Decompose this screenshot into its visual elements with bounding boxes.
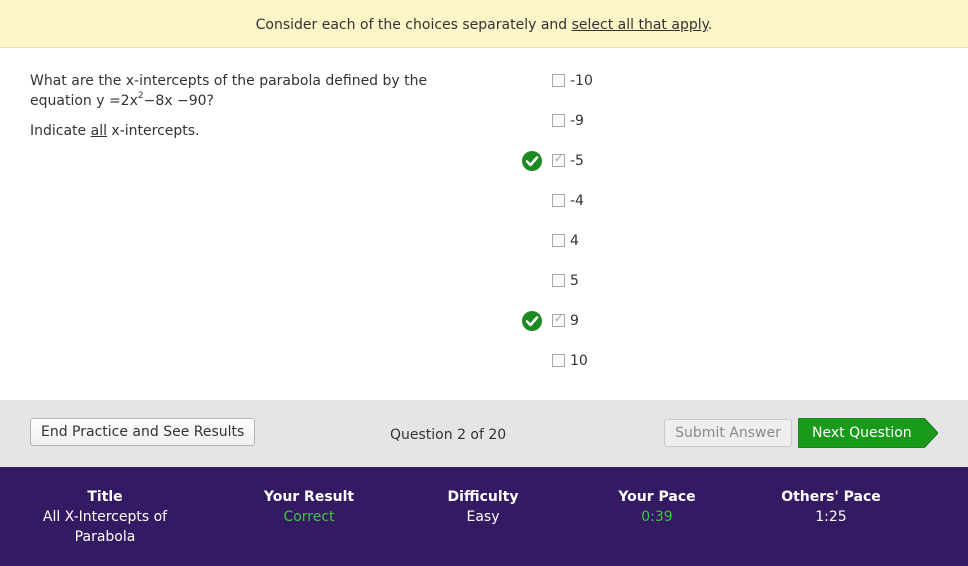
choice-label: 10 xyxy=(570,353,588,369)
difficulty-label: Difficulty xyxy=(447,489,519,505)
banner-text: Consider each of the choices separately … xyxy=(255,17,572,33)
choice-item[interactable]: -9 xyxy=(510,112,710,132)
banner-link: select all that apply xyxy=(571,17,708,33)
title-value: All X-Intercepts of Parabola xyxy=(42,509,168,545)
choice-item[interactable]: 4 xyxy=(510,232,710,252)
choice-checkbox[interactable] xyxy=(552,354,565,367)
choice-label: -5 xyxy=(570,153,584,169)
next-question-label: Next Question xyxy=(812,425,912,441)
choice-checkbox[interactable] xyxy=(552,114,565,127)
others-pace-label: Others' Pace xyxy=(781,489,881,505)
choice-label: -10 xyxy=(570,73,593,89)
question-text: What are the x-intercepts of the parabol… xyxy=(30,71,460,151)
stats-footer: Title All X-Intercepts of Parabola Your … xyxy=(0,467,968,566)
question-exponent: 2 xyxy=(137,91,144,102)
choice-item[interactable]: -4 xyxy=(510,192,710,212)
instruction-banner: Consider each of the choices separately … xyxy=(0,0,968,48)
question-instruction: Indicate all x-intercepts. xyxy=(30,121,460,141)
pace-value: 0:39 xyxy=(641,509,673,525)
result-stat: Your Result Correct xyxy=(234,487,384,527)
question-prompt: What are the x-intercepts of the parabol… xyxy=(30,71,460,111)
submit-answer-button[interactable]: Submit Answer xyxy=(664,419,792,447)
check-circle-icon xyxy=(522,311,542,331)
choice-label: -9 xyxy=(570,113,584,129)
action-bar: End Practice and See Results Question 2 … xyxy=(0,400,968,467)
choice-checkbox[interactable] xyxy=(552,74,565,87)
choice-item[interactable]: -5 xyxy=(510,151,710,172)
choice-checkbox[interactable] xyxy=(552,194,565,207)
question-line-end: −8x −90? xyxy=(143,93,214,109)
instruction-pre: Indicate xyxy=(30,123,91,139)
instruction-emphasis: all xyxy=(90,123,107,139)
difficulty-stat: Difficulty Easy xyxy=(408,487,558,527)
next-question-button[interactable]: Next Question xyxy=(798,418,938,448)
pace-label: Your Pace xyxy=(618,489,696,505)
others-pace-stat: Others' Pace 1:25 xyxy=(756,487,906,527)
choice-item[interactable]: -10 xyxy=(510,72,710,92)
others-pace-value: 1:25 xyxy=(815,509,847,525)
pace-stat: Your Pace 0:39 xyxy=(582,487,732,527)
banner-text-end: . xyxy=(707,17,713,33)
check-circle-icon xyxy=(522,151,542,171)
question-counter: Question 2 of 20 xyxy=(390,427,507,443)
result-value: Correct xyxy=(283,509,335,525)
choice-checkbox[interactable] xyxy=(552,234,565,247)
title-label: Title xyxy=(87,489,123,505)
choice-item[interactable]: 5 xyxy=(510,272,710,292)
choice-item[interactable]: 10 xyxy=(510,352,710,372)
choice-checkbox[interactable] xyxy=(552,152,565,167)
choice-label: 5 xyxy=(570,273,579,289)
choice-label: 9 xyxy=(570,313,579,329)
instruction-post: x-intercepts. xyxy=(106,123,200,139)
result-label: Your Result xyxy=(263,489,355,505)
end-practice-button[interactable]: End Practice and See Results xyxy=(30,418,256,446)
choice-checkbox[interactable] xyxy=(552,274,565,287)
difficulty-value: Easy xyxy=(466,509,500,525)
choice-item[interactable]: 9 xyxy=(510,311,710,332)
choice-checkbox[interactable] xyxy=(552,312,565,327)
choice-label: -4 xyxy=(570,193,584,209)
choice-label: 4 xyxy=(570,233,579,249)
title-stat: Title All X-Intercepts of Parabola xyxy=(30,487,180,547)
question-line: What are the x-intercepts of the parabol… xyxy=(30,73,428,109)
